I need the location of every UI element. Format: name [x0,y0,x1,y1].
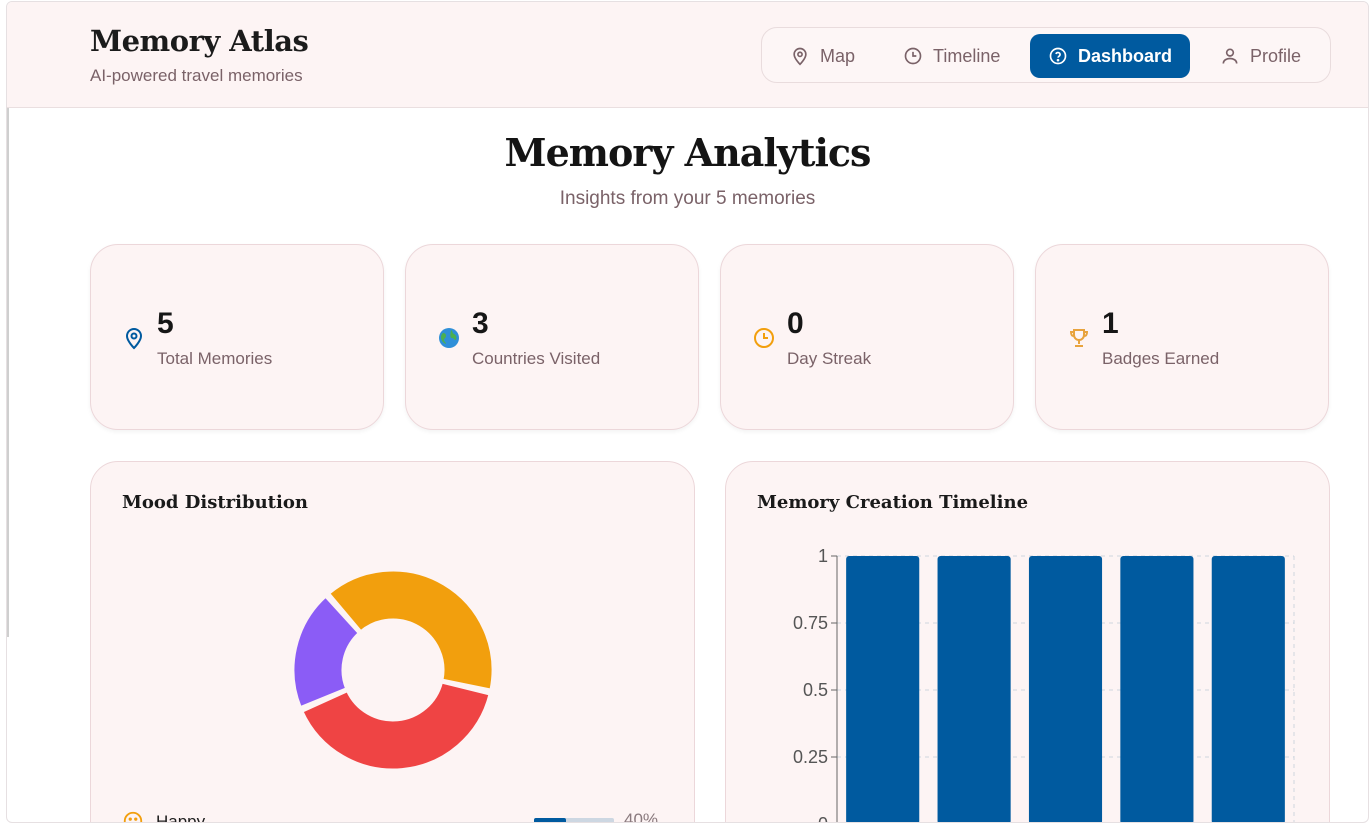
y-tick-label: 0 [818,814,828,823]
mood-donut-chart [291,568,495,772]
stat-label: Badges Earned [1102,349,1220,368]
stat-card-day-streak: 0 Day Streak [720,244,1014,430]
y-tick-label: 0.5 [803,680,828,700]
nav-item-timeline[interactable]: Timeline [885,34,1018,78]
legend-percent: 40% [624,810,659,823]
mood-distribution-panel: Mood Distribution Happy 40% [90,461,695,823]
timeline-bar [1028,556,1103,822]
clock-icon [904,47,922,65]
stat-value: 1 [1102,307,1119,340]
timeline-bar [1211,556,1285,822]
mood-legend-item-happy: Happy 40% [122,810,664,823]
app-title: Memory Atlas [90,24,309,58]
timeline-bar [846,556,920,822]
stat-card-total-memories: 5 Total Memories [90,244,384,430]
map-pin-icon [793,47,807,66]
map-pin-icon [125,328,143,350]
y-tick-label: 0.75 [793,613,828,633]
trophy-icon [1069,329,1089,347]
nav-item-map[interactable]: Map [772,34,873,78]
timeline-bar-chart: 0 0.25 0.5 0.75 1 [793,546,1295,823]
legend-label: Happy [156,812,206,823]
y-tick-label: 1 [818,546,828,566]
nav-label: Dashboard [1078,45,1173,66]
stat-card-countries-visited: 3 Countries Visited [405,244,699,430]
stat-label: Total Memories [157,349,273,368]
memory-timeline-panel: Memory Creation Timeline 0 0.25 0.5 0.75 1 [725,461,1330,823]
y-tick-label: 0.25 [793,747,828,767]
globe-icon [439,328,459,348]
nav-label: Profile [1250,45,1302,66]
stat-card-badges-earned: 1 Badges Earned [1035,244,1329,430]
page-title: Memory Analytics [504,130,872,175]
user-icon [1222,48,1238,64]
mood-percent-fill [534,818,566,822]
panel-title: Mood Distribution [122,492,308,513]
stat-value: 3 [472,307,489,340]
clock-icon [754,328,774,348]
nav-label: Map [820,45,856,66]
nav-label: Timeline [933,45,1001,66]
app-header: Memory Atlas AI-powered travel memories … [7,2,1368,108]
main-nav: Map Timeline Dashboard Profile [761,27,1331,83]
app-window: Memory Atlas AI-powered travel memories … [6,1,1369,823]
stat-label: Day Streak [787,349,872,368]
mood-percent-bar [534,818,614,822]
smile-icon [123,811,143,822]
stat-value: 5 [157,307,174,340]
page-subtitle: Insights from your 5 memories [559,188,816,209]
stat-value: 0 [787,307,804,340]
nav-item-dashboard[interactable]: Dashboard [1030,34,1191,78]
question-circle-icon [1049,47,1067,65]
timeline-bar [937,556,1011,822]
app-subtitle: AI-powered travel memories [90,66,303,85]
timeline-bar [1120,556,1194,822]
stat-label: Countries Visited [472,349,601,368]
nav-item-profile[interactable]: Profile [1202,34,1319,78]
